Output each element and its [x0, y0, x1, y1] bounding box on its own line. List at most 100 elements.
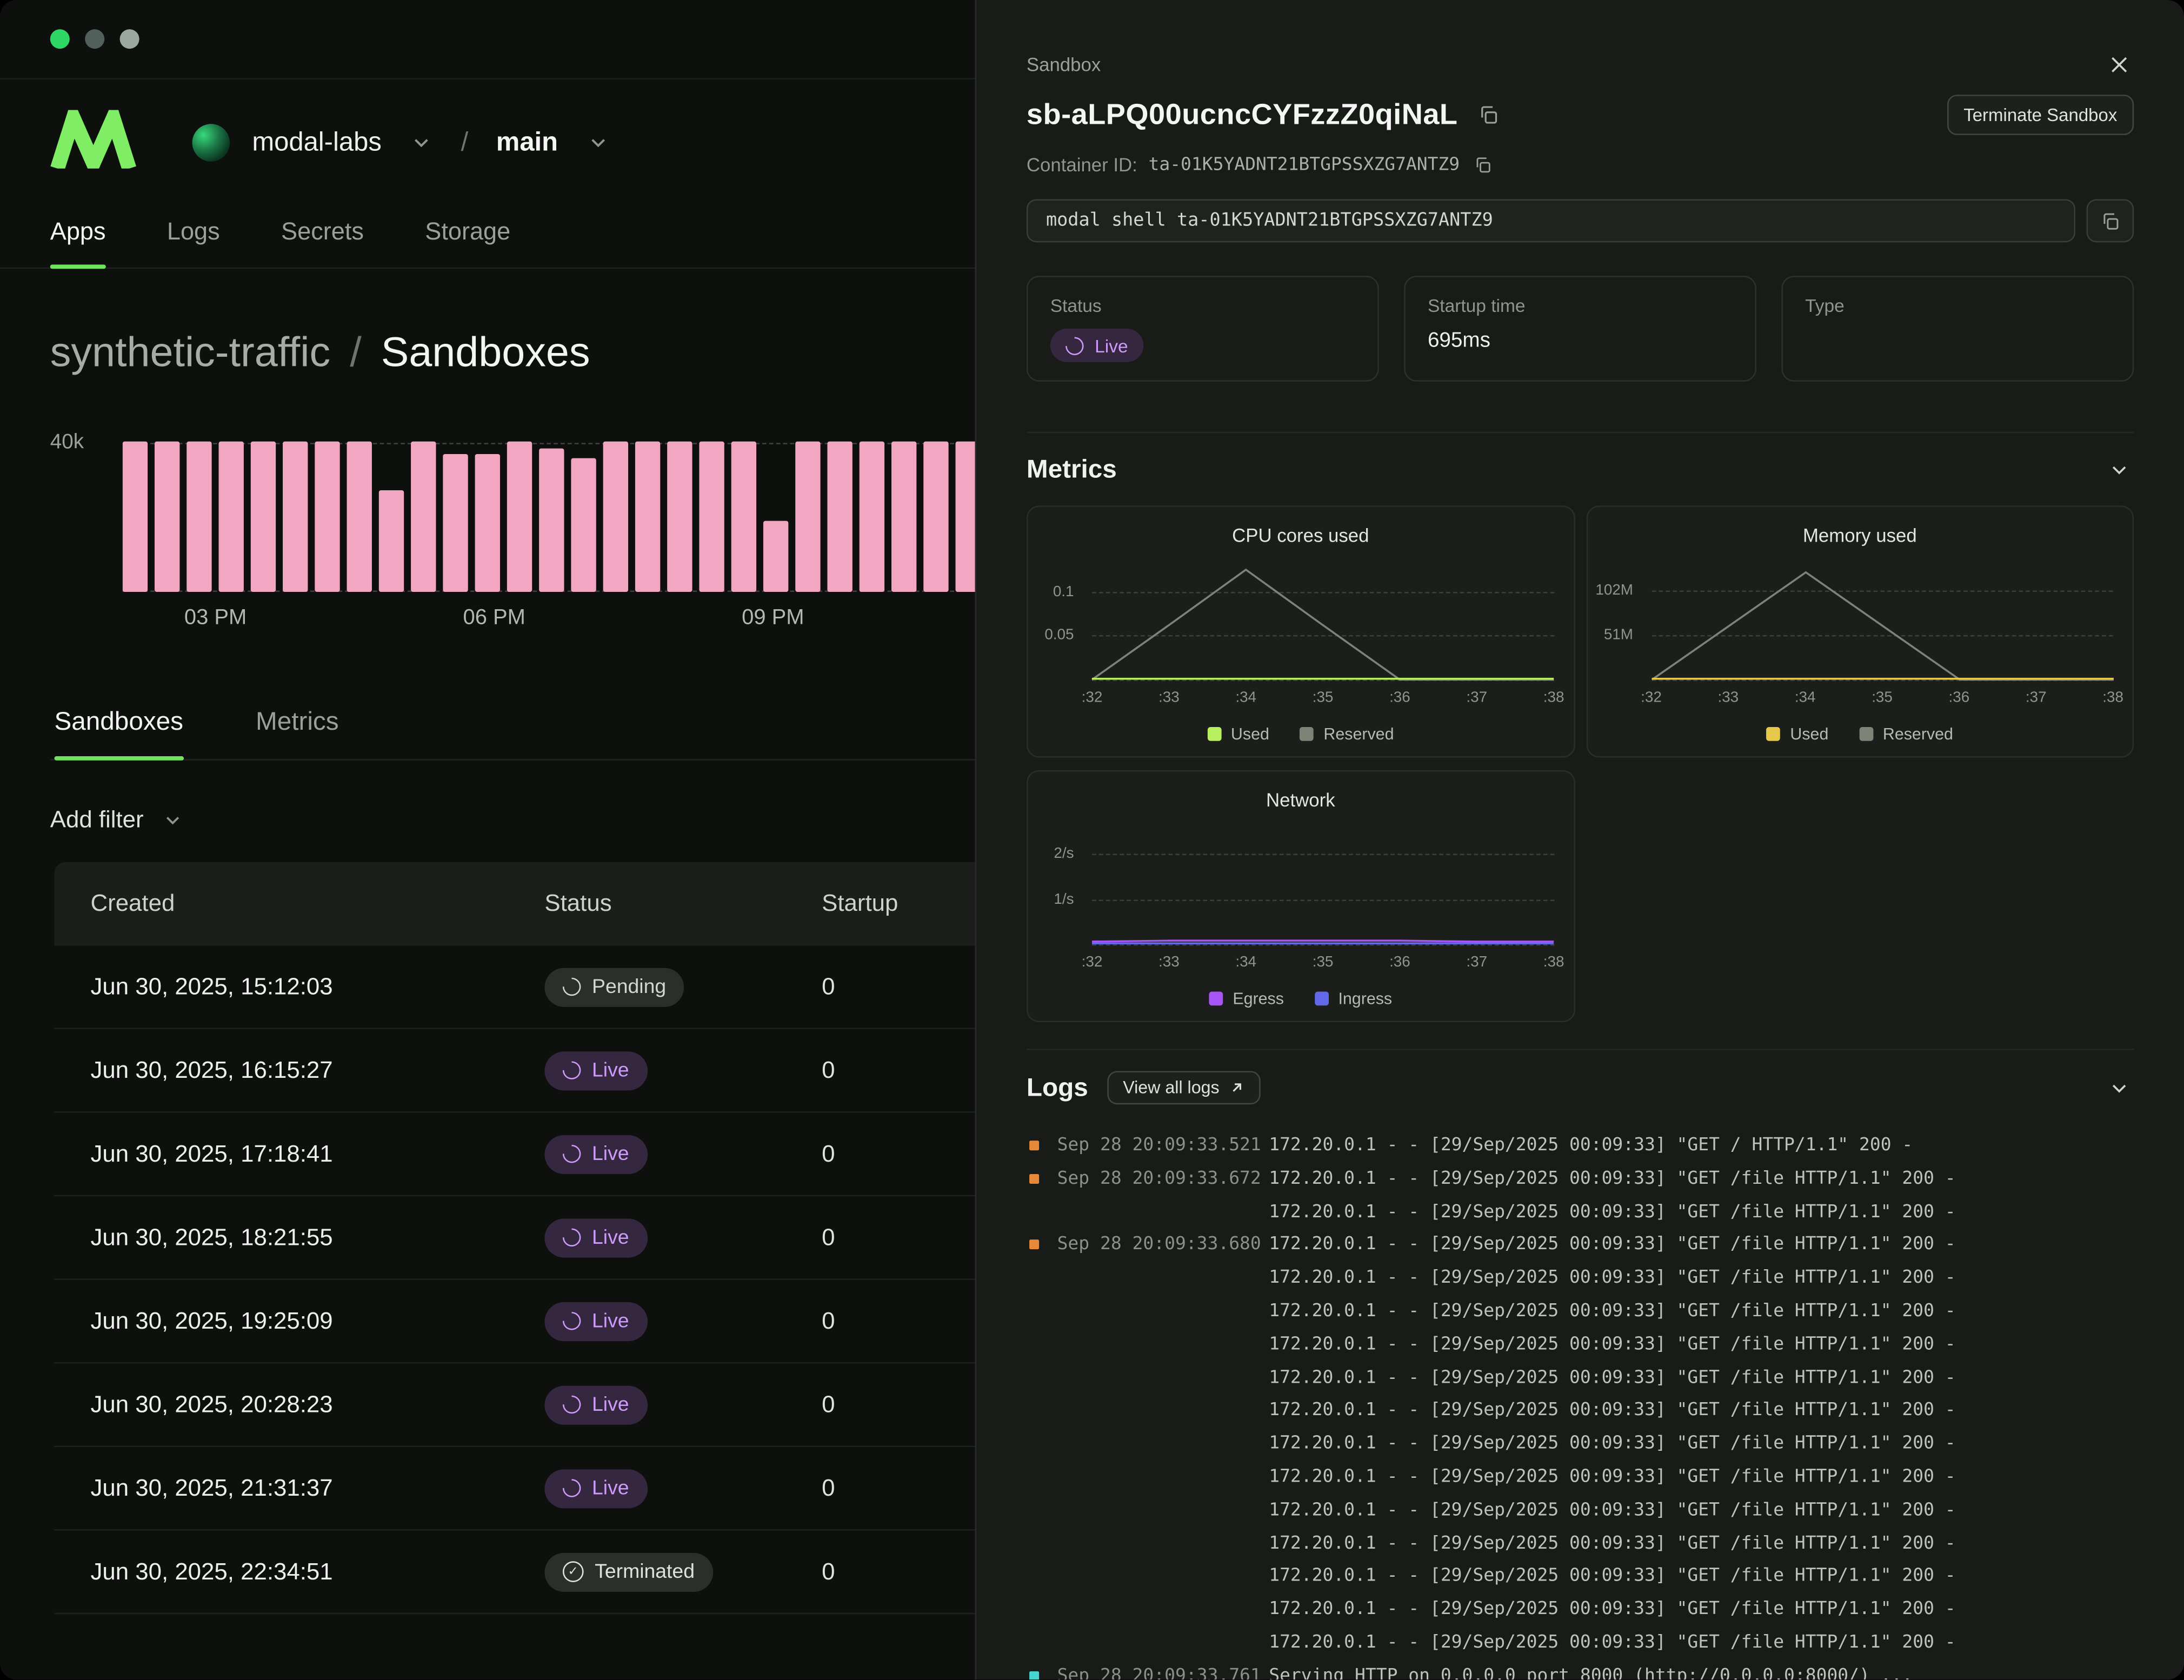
sub-tabs: Sandboxes Metrics [50, 706, 975, 760]
legend-item: Used [1207, 724, 1269, 744]
status-badge: Live [544, 1385, 647, 1424]
log-message: 172.20.0.1 - - [29/Sep/2025 00:09:33] "G… [1269, 1196, 2134, 1229]
table-row[interactable]: Jun 30, 2025, 20:28:23Live0 [54, 1363, 975, 1447]
table-row[interactable]: Jun 30, 2025, 16:15:27Live0 [54, 1029, 975, 1113]
metric-card-network: Network 2/s1/s :32:33:34:35:36:37:38Egre… [1027, 770, 1575, 1022]
metrics-collapse-chevron-icon[interactable] [2105, 455, 2134, 484]
legend-label: Ingress [1338, 989, 1392, 1008]
shell-command: modal shell ta-01K5YADNT21BTGPSSXZG7ANTZ… [1027, 199, 2075, 242]
add-filter-button[interactable]: Add filter [50, 806, 184, 835]
metric-card-cpu: CPU cores used 0.10.05 :32:33:34:35:36:3… [1027, 505, 1575, 757]
log-line: 172.20.0.1 - - [29/Sep/2025 00:09:33] "G… [1027, 1527, 2134, 1560]
log-timestamp [1057, 1395, 1269, 1428]
table-row[interactable]: Jun 30, 2025, 21:31:37Live0 [54, 1447, 975, 1531]
spinner-icon [559, 1225, 584, 1250]
subtab-metrics[interactable]: Metrics [256, 706, 339, 759]
log-message: 172.20.0.1 - - [29/Sep/2025 00:09:33] "G… [1269, 1527, 2134, 1560]
breadcrumb-separator: / [350, 330, 361, 378]
add-filter-label: Add filter [50, 806, 144, 835]
status-badge: Live [544, 1218, 647, 1257]
table-row[interactable]: Jun 30, 2025, 15:12:03Pending0 [54, 945, 975, 1029]
log-bullet [1027, 1461, 1057, 1494]
legend-label: Used [1231, 724, 1269, 744]
tab-storage[interactable]: Storage [425, 217, 510, 268]
log-line: 172.20.0.1 - - [29/Sep/2025 00:09:33] "G… [1027, 1196, 2134, 1229]
log-message: 172.20.0.1 - - [29/Sep/2025 00:09:33] "G… [1269, 1229, 2134, 1262]
x-axis-tick-label: :36 [1949, 689, 1970, 706]
workspace-name[interactable]: modal-labs [252, 128, 381, 158]
copy-container-id-icon[interactable] [1471, 153, 1495, 177]
bar [955, 442, 975, 592]
legend-swatch [1300, 727, 1314, 741]
table-row[interactable]: Jun 30, 2025, 19:25:09Live0 [54, 1280, 975, 1364]
view-all-logs-label: View all logs [1123, 1078, 1219, 1097]
view-all-logs-button[interactable]: View all logs [1108, 1071, 1261, 1104]
metric-title: Network [1028, 790, 1573, 811]
log-line: 172.20.0.1 - - [29/Sep/2025 00:09:33] "G… [1027, 1395, 2134, 1428]
table-header: Created Status Startup [54, 862, 975, 946]
bar [827, 442, 852, 592]
x-axis-tick-label: :36 [1389, 954, 1410, 971]
table-row[interactable]: Jun 30, 2025, 17:18:41Live0 [54, 1113, 975, 1197]
log-timestamp [1057, 1494, 1269, 1527]
log-message: 172.20.0.1 - - [29/Sep/2025 00:09:33] "G… [1269, 1594, 2134, 1626]
terminate-sandbox-button[interactable]: Terminate Sandbox [1947, 95, 2134, 135]
log-line: 172.20.0.1 - - [29/Sep/2025 00:09:33] "G… [1027, 1626, 2134, 1659]
environment-chevron-down-icon[interactable] [586, 131, 610, 155]
created-cell: Jun 30, 2025, 16:15:27 [90, 1056, 544, 1084]
log-timestamp [1057, 1295, 1269, 1328]
tab-secrets[interactable]: Secrets [281, 217, 364, 268]
copy-shell-command-button[interactable] [2087, 199, 2134, 242]
subtab-sandboxes[interactable]: Sandboxes [54, 706, 183, 759]
log-line: Sep 28 20:09:33.672172.20.0.1 - - [29/Se… [1027, 1163, 2134, 1196]
tab-apps[interactable]: Apps [50, 217, 106, 268]
legend-item: Ingress [1315, 989, 1392, 1008]
log-bullet [1027, 1626, 1057, 1659]
page-title: synthetic-traffic / Sandboxes [50, 330, 975, 378]
log-message: 172.20.0.1 - - [29/Sep/2025 00:09:33] "G… [1269, 1163, 2134, 1196]
startup-cell: 0 [822, 1474, 975, 1502]
table-row[interactable]: Jun 30, 2025, 18:21:55Live0 [54, 1196, 975, 1280]
main-tabs: Apps Logs Secrets Storage [0, 217, 975, 269]
copy-sandbox-id-icon[interactable] [1474, 102, 1501, 128]
spinner-icon [559, 1141, 584, 1166]
breadcrumb-app-name[interactable]: synthetic-traffic [50, 330, 330, 378]
created-cell: Jun 30, 2025, 18:21:55 [90, 1223, 544, 1251]
metric-title: CPU cores used [1028, 525, 1573, 546]
log-line: 172.20.0.1 - - [29/Sep/2025 00:09:33] "G… [1027, 1428, 2134, 1461]
modal-logo-icon [50, 110, 137, 176]
close-icon[interactable] [2105, 50, 2134, 79]
tab-logs[interactable]: Logs [167, 217, 220, 268]
workspace-chevron-down-icon[interactable] [409, 131, 433, 155]
bar [187, 442, 211, 592]
y-axis-tick-label: 0.05 [1044, 627, 1074, 644]
x-axis-tick-label: :34 [1235, 689, 1256, 706]
x-axis-tick-label: :37 [1466, 689, 1487, 706]
x-axis-tick-label: :37 [2026, 689, 2047, 706]
y-axis-tick-label: 0.1 [1053, 583, 1074, 600]
log-bullet [1027, 1362, 1057, 1395]
bar [443, 455, 468, 592]
status-badge: Live [544, 1135, 647, 1174]
environment-name[interactable]: main [496, 128, 558, 158]
metrics-heading: Metrics [1027, 454, 1117, 485]
table-row[interactable]: Jun 30, 2025, 22:34:51✓Terminated0 [54, 1531, 975, 1615]
bar [891, 442, 916, 592]
log-line: 172.20.0.1 - - [29/Sep/2025 00:09:33] "G… [1027, 1328, 2134, 1361]
spinner-icon [559, 974, 584, 999]
bar [475, 455, 500, 592]
traffic-bar-chart: 40k [50, 436, 975, 592]
log-line: 172.20.0.1 - - [29/Sep/2025 00:09:33] "G… [1027, 1295, 2134, 1328]
log-bullet [1027, 1428, 1057, 1461]
spinner-icon [559, 1308, 584, 1334]
status-label: Terminated [595, 1561, 695, 1583]
spinner-icon [1062, 332, 1087, 358]
gridline-baseline [1092, 944, 1554, 946]
startup-cell: 0 [822, 1307, 975, 1335]
logs-collapse-chevron-icon[interactable] [2105, 1073, 2134, 1102]
card-value: Live [1050, 329, 1355, 362]
legend-label: Used [1790, 724, 1828, 744]
log-level-icon [1029, 1141, 1039, 1150]
log-line: 172.20.0.1 - - [29/Sep/2025 00:09:33] "G… [1027, 1461, 2134, 1494]
status-badge: Live [544, 1469, 647, 1508]
